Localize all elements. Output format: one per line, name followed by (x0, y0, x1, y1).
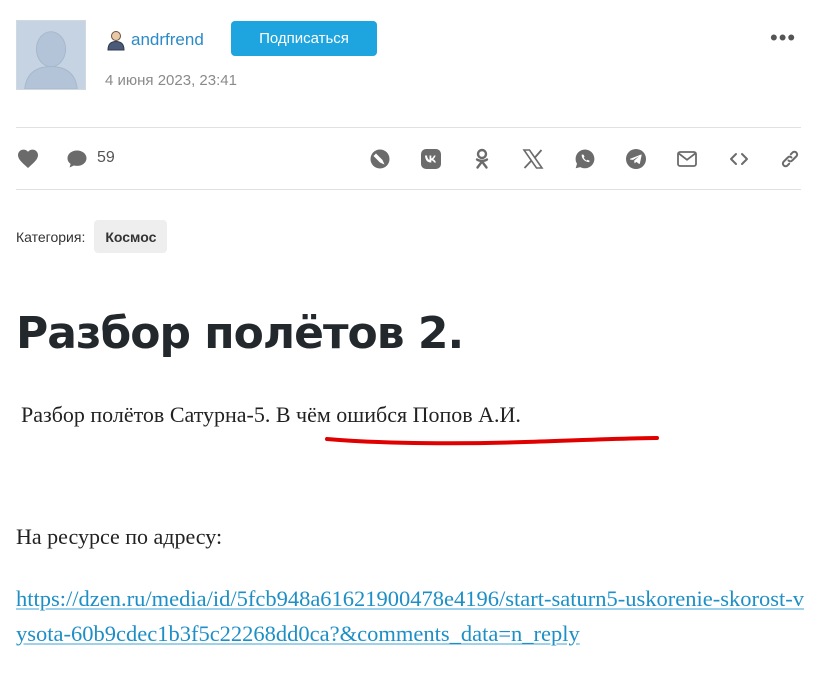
heart-icon[interactable] (16, 147, 40, 171)
vk-icon[interactable] (419, 147, 443, 171)
telegram-icon[interactable] (624, 147, 648, 171)
x-icon[interactable] (521, 147, 545, 171)
mail-icon[interactable] (675, 147, 699, 171)
post-header: andrfrend Подписаться 4 июня 2023, 23:41… (16, 20, 802, 92)
post-date: 4 июня 2023, 23:41 (105, 72, 237, 89)
author-name-link[interactable]: andrfrend (131, 30, 204, 50)
whatsapp-icon[interactable] (573, 147, 597, 171)
livejournal-icon[interactable] (368, 147, 392, 171)
divider (16, 189, 801, 190)
comment-count: 59 (97, 149, 115, 166)
red-underline-annotation (325, 436, 659, 446)
more-options-button[interactable]: ••• (770, 27, 800, 49)
user-icon (105, 29, 127, 51)
article-subtitle: Разбор полётов Сатурна-5. В чём ошибся П… (21, 402, 521, 427)
odnoklassniki-icon[interactable] (470, 147, 494, 171)
comment-icon[interactable] (65, 147, 89, 171)
category-row: Категория: Космос (16, 220, 168, 253)
article-link[interactable]: https://dzen.ru/media/id/5fcb948a6162190… (16, 581, 806, 651)
category-label: Категория: (16, 228, 86, 245)
subscribe-button[interactable]: Подписаться (231, 21, 377, 56)
embed-icon[interactable] (727, 147, 751, 171)
article-title: Разбор полётов 2. (16, 308, 464, 359)
link-icon[interactable] (778, 147, 802, 171)
divider (16, 127, 801, 128)
action-bar: 59 (16, 140, 802, 178)
author-row: andrfrend (105, 24, 204, 56)
avatar[interactable] (16, 20, 86, 90)
category-tag[interactable]: Космос (94, 220, 168, 253)
article-paragraph: На ресурсе по адресу: (16, 524, 223, 549)
